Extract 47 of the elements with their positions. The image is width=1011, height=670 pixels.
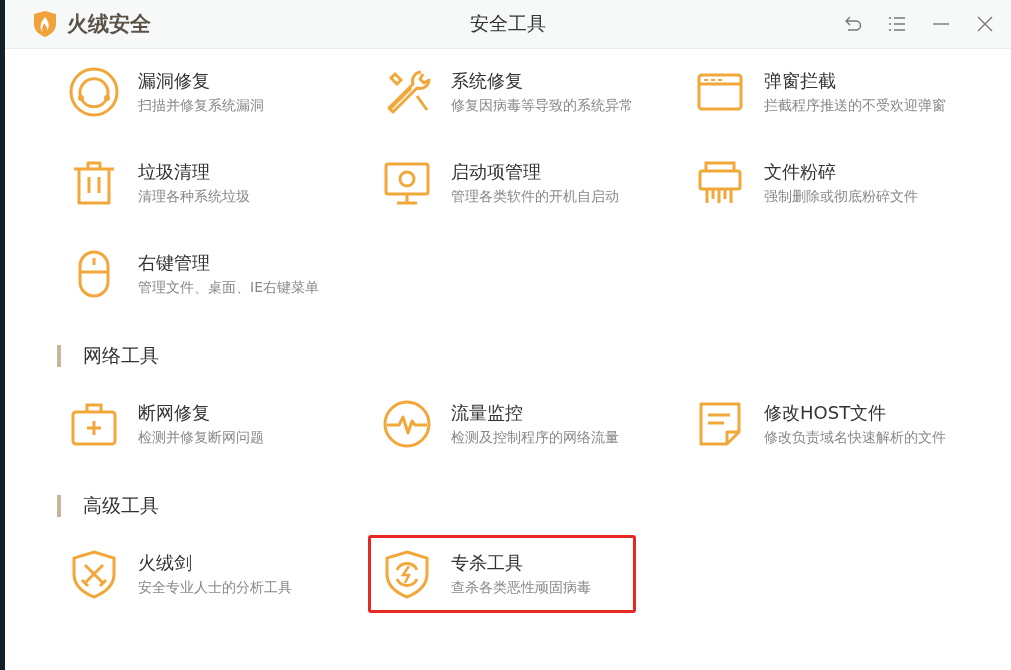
- tool-name: 系统修复: [451, 69, 524, 93]
- tool-name: 垃圾清理: [138, 160, 211, 184]
- tool-description: 修复因病毒等导致的系统异常: [451, 97, 633, 115]
- tool-item[interactable]: 漏洞修复 扫描并修复系统漏洞: [55, 53, 323, 131]
- tool-description: 修改负责域名快速解析的文件: [764, 429, 946, 447]
- tool-item[interactable]: 启动项管理 管理各类软件的开机自启动: [368, 144, 636, 222]
- tool-description: 扫描并修复系统漏洞: [138, 97, 264, 115]
- tool-item[interactable]: 系统修复 修复因病毒等导致的系统异常: [368, 53, 636, 131]
- tool-item[interactable]: 流量监控 检测及控制程序的网络流量: [368, 385, 636, 463]
- tool-description: 清理各种系统垃圾: [138, 188, 250, 206]
- tool-description: 检测及控制程序的网络流量: [451, 429, 619, 447]
- tool-name: 文件粉碎: [764, 160, 837, 184]
- tool-description: 检测并修复断网问题: [138, 429, 264, 447]
- tool-icon: [381, 398, 433, 450]
- tool-name: 修改HOST文件: [764, 401, 888, 425]
- tool-item[interactable]: 垃圾清理 清理各种系统垃圾: [55, 144, 323, 222]
- app-name: 火绒安全: [67, 11, 151, 38]
- tool-item[interactable]: 修改HOST文件 修改负责域名快速解析的文件: [681, 385, 949, 463]
- tool-name: 流量监控: [451, 401, 524, 425]
- tool-description: 查杀各类恶性顽固病毒: [451, 579, 591, 597]
- tool-item[interactable]: 火绒剑 安全专业人士的分析工具: [55, 535, 323, 613]
- minimize-icon: [933, 22, 949, 26]
- tool-description: 管理文件、桌面、IE右键菜单: [138, 279, 319, 297]
- tool-description: 拦截程序推送的不受欢迎弹窗: [764, 97, 946, 115]
- section-heading: 网络工具: [83, 343, 159, 368]
- close-icon: [977, 16, 993, 32]
- tool-item[interactable]: 弹窗拦截 拦截程序推送的不受欢迎弹窗: [681, 53, 949, 131]
- tool-name: 启动项管理: [451, 160, 542, 184]
- tool-name: 专杀工具: [451, 551, 524, 575]
- tool-name: 火绒剑: [138, 551, 193, 575]
- menu-icon: [889, 17, 905, 31]
- tool-name: 弹窗拦截: [764, 69, 837, 93]
- tool-name: 断网修复: [138, 401, 211, 425]
- tool-name: 漏洞修复: [138, 69, 211, 93]
- tool-description: 管理各类软件的开机自启动: [451, 188, 619, 206]
- window-title: 安全工具: [470, 12, 546, 34]
- section-heading: 高级工具: [83, 493, 159, 518]
- flame-shield-logo-icon: [33, 10, 57, 38]
- tool-name: 右键管理: [138, 251, 211, 275]
- tool-item[interactable]: 文件粉碎 强制删除或彻底粉碎文件: [681, 144, 949, 222]
- tool-description: 安全专业人士的分析工具: [138, 579, 292, 597]
- tool-item[interactable]: 右键管理 管理文件、桌面、IE右键菜单: [55, 235, 323, 313]
- tool-description: 强制删除或彻底粉碎文件: [764, 188, 918, 206]
- tool-icon: [68, 66, 120, 118]
- tool-item[interactable]: 断网修复 检测并修复断网问题: [55, 385, 323, 463]
- tool-item[interactable]: 专杀工具 查杀各类恶性顽固病毒: [368, 535, 636, 613]
- undo-icon: [844, 16, 862, 32]
